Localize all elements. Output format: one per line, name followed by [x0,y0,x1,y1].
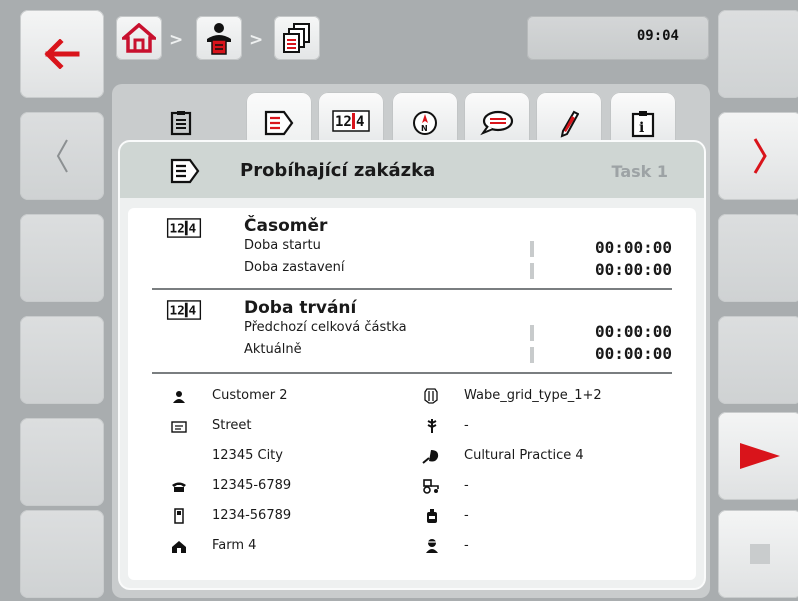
counter-icon: 12 4 [332,110,370,132]
clock-display: 09:04 [527,16,709,60]
value-separator [530,263,534,279]
product-value: - [464,508,469,523]
task-controller-button[interactable] [196,16,242,60]
breadcrumb-separator: > [249,30,264,50]
current-task-panel: Probíhající zakázka Task 1 12 4 Časoměr … [120,142,704,588]
tab-overview[interactable] [148,92,214,146]
counter-icon: 12 4 [166,300,202,320]
left-softkey-5[interactable] [20,418,104,506]
farm-icon [172,541,186,553]
stop-button[interactable] [718,510,798,598]
arrow-left-icon [44,39,80,69]
home-icon [122,23,156,53]
right-softkey-1[interactable] [718,10,798,98]
start-button[interactable] [718,412,798,500]
panel-title: Probíhající zakázka [240,160,436,181]
previous-total-label: Předchozí celková částka [244,320,407,335]
svg-text:12: 12 [335,114,352,130]
driver-icon [426,539,438,553]
city-value: 12345 City [212,448,283,463]
compass-icon: N [413,111,437,135]
tab-navigation[interactable]: N [392,92,458,146]
breadcrumb-separator: > [169,30,184,50]
crop-icon [427,419,437,433]
chevron-left-icon [56,139,68,173]
current-label: Aktuálně [244,342,302,357]
svg-text:12: 12 [169,221,184,236]
phone-value: 12345-6789 [212,478,292,493]
tab-counters[interactable]: 12 4 [318,92,384,146]
home-button[interactable] [116,16,162,60]
phone-icon [172,482,186,492]
current-task-icon [170,158,200,184]
left-softkey-6[interactable] [20,510,104,598]
address-icon [171,421,187,433]
back-button[interactable] [20,10,104,98]
duration-title: Doba trvání [244,298,357,318]
customer-icon [173,391,185,403]
cultural-practice-value: Cultural Practice 4 [464,448,584,463]
driver-value: - [464,538,469,553]
machine-value: - [464,478,469,493]
tab-edit[interactable] [536,92,602,146]
product-icon [427,509,437,523]
counter-icon: 12 4 [166,218,202,238]
field-icon [424,388,438,404]
divider [152,372,672,374]
task-content: 12 4 Časoměr Doba startu 00:00:00 Doba z… [128,208,696,580]
mobile-value: 1234-56789 [212,508,292,523]
tab-notes[interactable] [464,92,530,146]
svg-text:12: 12 [169,303,184,318]
stop-icon [750,544,770,564]
svg-text:N: N [421,124,428,133]
task-name: Task 1 [611,162,668,181]
clock-time: 09:04 [636,28,679,44]
customer-value: Customer 2 [212,388,288,403]
svg-text:4: 4 [189,221,197,236]
cultural-practice-icon [422,450,439,464]
tab-current-task[interactable] [246,92,312,148]
svg-text:i: i [639,120,644,136]
speech-bubble-icon [480,110,514,136]
stop-time-value: 00:00:00 [594,260,672,279]
tasks-icon [283,23,310,53]
task-controller-icon [207,23,231,55]
tab-info[interactable]: i [610,92,676,146]
chevron-right-icon [753,138,767,174]
tasks-button[interactable] [274,16,320,60]
clipboard-icon [170,111,192,136]
play-icon [740,443,780,469]
value-separator [530,347,534,363]
street-value: Street [212,418,252,433]
svg-text:4: 4 [189,303,197,318]
scroll-left-button[interactable] [20,112,104,200]
start-time-value: 00:00:00 [594,238,672,257]
divider [152,288,672,290]
breadcrumb: > > 09:04 [112,10,710,68]
pencil-icon [560,110,579,138]
value-separator [530,241,534,257]
current-task-icon [264,110,294,136]
start-time-label: Doba startu [244,238,321,253]
crop-value: - [464,418,469,433]
previous-total-value: 00:00:00 [594,322,672,341]
left-softkey-4[interactable] [20,316,104,404]
info-icon: i [631,111,655,138]
left-softkey-3[interactable] [20,214,104,302]
mobile-icon [174,508,184,524]
current-value: 00:00:00 [594,344,672,363]
right-softkey-3[interactable] [718,214,798,302]
svg-text:4: 4 [356,114,364,130]
machine-icon [423,479,439,494]
panel-header: Probíhající zakázka Task 1 [120,142,704,198]
field-value: Wabe_grid_type_1+2 [464,388,602,403]
scroll-right-button[interactable] [718,112,798,200]
timer-title: Časoměr [244,216,328,236]
farm-value: Farm 4 [212,538,257,553]
stop-time-label: Doba zastavení [244,260,345,275]
right-softkey-4[interactable] [718,316,798,404]
value-separator [530,325,534,341]
